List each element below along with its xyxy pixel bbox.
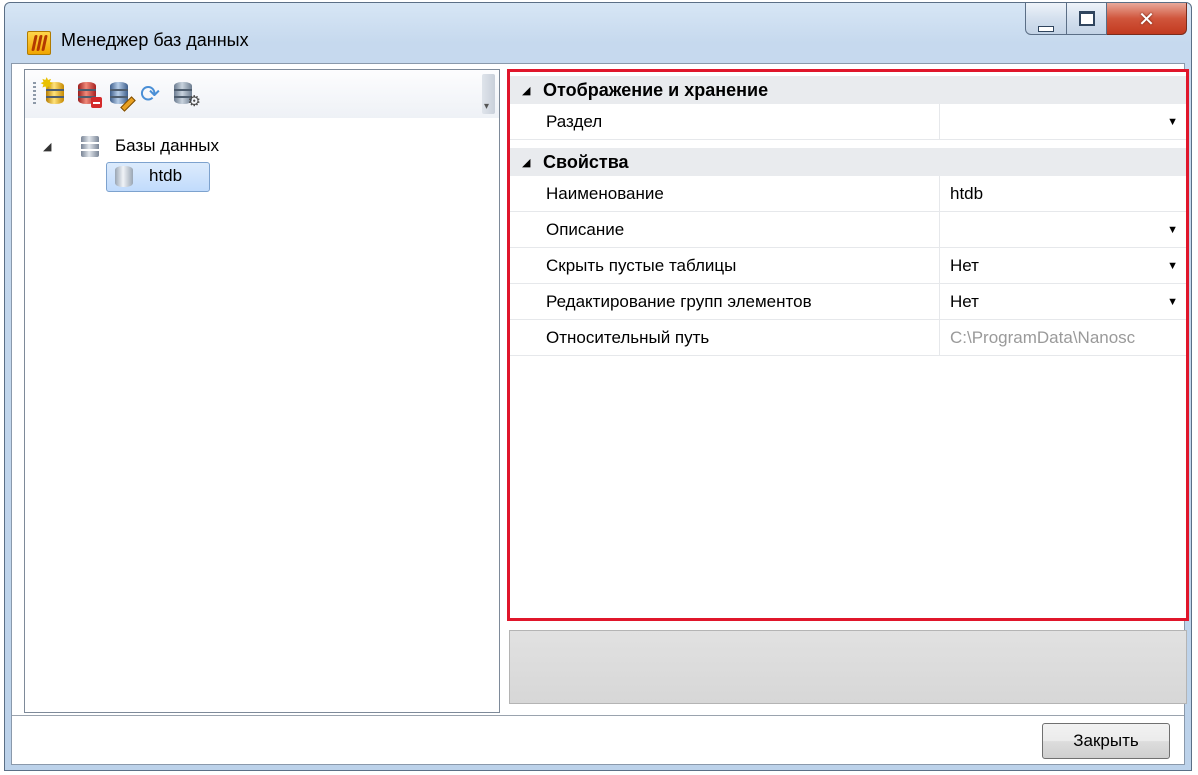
minimize-button[interactable] xyxy=(1025,3,1067,35)
collapse-triangle-icon[interactable]: ◢ xyxy=(43,140,51,153)
refresh-icon: ⟳ xyxy=(140,80,161,108)
property-name: Описание xyxy=(546,220,625,239)
property-value[interactable]: htdb xyxy=(950,184,1180,204)
tree-node-label: Базы данных xyxy=(115,136,220,155)
category-display-storage[interactable]: ◢ Отображение и хранение xyxy=(510,76,1186,104)
collapse-triangle-icon[interactable]: ◢ xyxy=(522,156,530,169)
category-properties[interactable]: ◢ Свойства xyxy=(510,148,1186,176)
remove-database-button[interactable] xyxy=(75,80,102,108)
maximize-icon xyxy=(1067,11,1106,31)
minimize-icon xyxy=(1026,17,1066,37)
property-name: Скрыть пустые таблицы xyxy=(546,256,737,275)
window-title: Менеджер баз данных xyxy=(61,30,249,50)
minus-icon xyxy=(91,97,102,108)
toolbar: ✸ ⟳ ⚙ xyxy=(25,70,499,118)
property-name: Относительный путь xyxy=(546,328,710,347)
category-label: Отображение и хранение xyxy=(543,79,769,100)
database-group-icon xyxy=(81,136,99,157)
database-manager-window: Менеджер баз данных ✕ ✸ ⟳ ⚙ ▾ ◢ Базы дан… xyxy=(4,2,1192,771)
window-client-area: ✸ ⟳ ⚙ ▾ ◢ Базы данных htdb ◢ Отображение… xyxy=(11,63,1189,765)
app-icon xyxy=(27,31,51,55)
title-bar[interactable]: Менеджер баз данных ✕ xyxy=(5,3,1191,61)
property-grid: ◢ Отображение и хранение Раздел ▼ ◢ Свой… xyxy=(507,69,1189,621)
close-icon: ✕ xyxy=(1138,7,1155,31)
tree-node-label: htdb xyxy=(149,166,183,185)
property-name: Раздел xyxy=(546,112,603,131)
property-value[interactable]: Нет xyxy=(950,256,1180,276)
add-database-button[interactable]: ✸ xyxy=(40,76,69,108)
new-star-icon: ✸ xyxy=(40,76,54,93)
close-button[interactable]: Закрыть xyxy=(1042,723,1170,759)
dropdown-arrow-icon[interactable]: ▼ xyxy=(1167,116,1178,128)
property-name: Редактирование групп элементов xyxy=(546,292,812,311)
tree-node-databases[interactable]: ◢ Базы данных xyxy=(25,132,325,162)
property-row-description[interactable]: Описание ▼ xyxy=(510,212,1186,248)
property-row-hide-empty-tables[interactable]: Скрыть пустые таблицы Нет ▼ xyxy=(510,248,1186,284)
toolbar-overflow-button[interactable] xyxy=(482,74,495,114)
footer-divider xyxy=(12,715,1184,716)
dropdown-arrow-icon[interactable]: ▼ xyxy=(1167,296,1178,308)
property-row-relative-path[interactable]: Относительный путь C:\ProgramData\Nanosc xyxy=(510,320,1186,356)
toolbar-grip-icon[interactable] xyxy=(33,82,36,106)
database-settings-button[interactable]: ⚙ xyxy=(171,80,201,110)
property-value[interactable]: Нет xyxy=(950,292,1180,312)
gear-icon: ⚙ xyxy=(187,92,201,110)
dropdown-arrow-icon[interactable]: ▼ xyxy=(1167,260,1178,272)
close-window-button[interactable]: ✕ xyxy=(1107,3,1187,35)
collapse-triangle-icon[interactable]: ◢ xyxy=(522,84,530,97)
property-row-edit-element-groups[interactable]: Редактирование групп элементов Нет ▼ xyxy=(510,284,1186,320)
dropdown-arrow-icon[interactable]: ▼ xyxy=(1167,224,1178,236)
maximize-button[interactable] xyxy=(1067,3,1107,35)
property-value: C:\ProgramData\Nanosc xyxy=(950,328,1136,347)
database-tree-panel: ✸ ⟳ ⚙ ▾ ◢ Базы данных htdb xyxy=(24,69,500,713)
property-name: Наименование xyxy=(546,184,664,203)
property-description-panel xyxy=(509,630,1187,704)
database-icon xyxy=(115,166,133,187)
edit-database-button[interactable] xyxy=(107,80,136,112)
refresh-button[interactable]: ⟳ xyxy=(139,80,165,108)
category-label: Свойства xyxy=(543,151,629,172)
tree-node-htdb[interactable]: htdb xyxy=(106,162,210,192)
property-row-section[interactable]: Раздел ▼ xyxy=(510,104,1186,140)
property-row-name[interactable]: Наименование htdb xyxy=(510,176,1186,212)
